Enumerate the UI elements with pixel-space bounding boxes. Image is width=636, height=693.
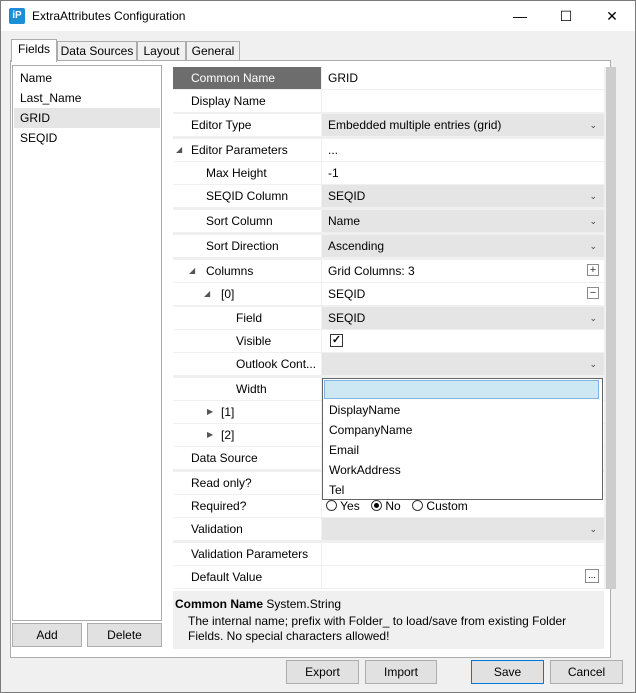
property-grid: Common Name GRID Display Name Editor Typ…	[173, 67, 604, 589]
description-title: Common Name	[175, 597, 264, 611]
prop-max-height[interactable]: Max Height -1	[173, 162, 604, 185]
maximize-button[interactable]: ☐	[543, 1, 589, 31]
prop-display-name[interactable]: Display Name	[173, 90, 604, 113]
prop-columns[interactable]: ◢ Columns Grid Columns: 3 +	[173, 260, 604, 283]
close-button[interactable]: ✕	[589, 1, 635, 31]
description-text: The internal name; prefix with Folder_ t…	[188, 614, 567, 643]
chevron-down-icon: ⌄	[589, 216, 597, 226]
remove-column-icon[interactable]: −	[587, 287, 599, 299]
tab-fields[interactable]: Fields	[11, 39, 57, 62]
prop-seqid-column[interactable]: SEQID Column SEQID ⌄	[173, 185, 604, 208]
minimize-button[interactable]: —	[497, 1, 543, 31]
prop-sort-direction[interactable]: Sort Direction Ascending ⌄	[173, 235, 604, 258]
prop-visible[interactable]: Visible ✓	[173, 330, 604, 353]
required-custom-radio[interactable]	[412, 500, 424, 511]
chevron-down-icon: ⌄	[589, 120, 597, 130]
prop-label: Common Name	[173, 67, 321, 90]
visible-checkbox[interactable]: ✓	[330, 334, 343, 347]
editor-type-dropdown[interactable]: Embedded multiple entries (grid) ⌄	[322, 114, 604, 137]
required-yes-radio[interactable]	[326, 500, 337, 511]
collapsed-icon[interactable]: ▶	[207, 424, 213, 446]
chevron-down-icon: ⌄	[589, 524, 597, 534]
dropdown-option[interactable]: WorkAddress	[329, 460, 401, 480]
prop-editor-parameters[interactable]: ◢ Editor Parameters ...	[173, 139, 604, 162]
prop-validation-parameters[interactable]: Validation Parameters	[173, 543, 604, 566]
tab-general[interactable]: General	[186, 41, 240, 60]
prop-common-name[interactable]: Common Name GRID	[173, 67, 604, 90]
import-button[interactable]: Import	[365, 660, 437, 684]
save-button[interactable]: Save	[471, 660, 544, 684]
outlook-contact-dropdown[interactable]: ⌄	[322, 353, 604, 376]
tab-data-sources[interactable]: Data Sources	[57, 41, 137, 60]
dropdown-option[interactable]: CompanyName	[329, 420, 412, 440]
dropdown-option[interactable]: Email	[329, 440, 359, 460]
app-icon: iP	[9, 8, 25, 24]
chevron-down-icon: ⌄	[589, 191, 597, 201]
column-dropdown-list[interactable]: DisplayName CompanyName Email WorkAddres…	[322, 378, 603, 500]
list-item-selected[interactable]: GRID	[14, 108, 160, 128]
default-value-input[interactable]: ...	[322, 566, 604, 589]
max-height-input[interactable]: -1	[322, 162, 604, 185]
prop-sort-column[interactable]: Sort Column Name ⌄	[173, 210, 604, 233]
add-button[interactable]: Add	[12, 623, 82, 647]
field-list[interactable]: Name Last_Name GRID SEQID	[12, 65, 162, 621]
sort-column-dropdown[interactable]: Name ⌄	[322, 210, 604, 233]
expanded-icon[interactable]: ◢	[204, 283, 210, 305]
prop-default-value[interactable]: Default Value ...	[173, 566, 604, 589]
delete-button[interactable]: Delete	[87, 623, 162, 647]
common-name-input[interactable]: GRID	[322, 67, 604, 90]
tab-layout[interactable]: Layout	[137, 41, 186, 60]
list-item[interactable]: Name	[14, 68, 160, 88]
prop-validation[interactable]: Validation ⌄	[173, 518, 604, 541]
description-panel: Common Name System.String The internal n…	[173, 591, 604, 649]
prop-field[interactable]: Field SEQID ⌄	[173, 307, 604, 330]
property-grid-scrollbar[interactable]	[604, 67, 618, 589]
field-dropdown[interactable]: SEQID ⌄	[322, 307, 604, 330]
expanded-icon[interactable]: ◢	[189, 260, 195, 282]
chevron-down-icon: ⌄	[589, 313, 597, 323]
validation-dropdown[interactable]: ⌄	[322, 518, 604, 541]
prop-editor-type[interactable]: Editor Type Embedded multiple entries (g…	[173, 114, 604, 137]
add-column-icon[interactable]: +	[587, 264, 599, 276]
prop-column-0[interactable]: ◢ [0] SEQID −	[173, 283, 604, 306]
cancel-button[interactable]: Cancel	[550, 660, 623, 684]
config-window: iP ExtraAttributes Configuration — ☐ ✕ F…	[0, 0, 636, 693]
chevron-down-icon: ⌄	[589, 241, 597, 251]
window-title: ExtraAttributes Configuration	[32, 9, 186, 23]
dropdown-option[interactable]: Tel	[329, 480, 344, 500]
ellipsis-button[interactable]: ...	[585, 569, 599, 583]
title-bar: iP ExtraAttributes Configuration — ☐ ✕	[1, 1, 635, 31]
validation-parameters-input[interactable]	[322, 543, 604, 566]
scrollbar-thumb[interactable]	[606, 67, 616, 589]
display-name-input[interactable]	[322, 90, 604, 113]
chevron-down-icon: ⌄	[589, 359, 597, 369]
expanded-icon[interactable]: ◢	[176, 139, 182, 161]
dropdown-option[interactable]: DisplayName	[329, 400, 400, 420]
sort-direction-dropdown[interactable]: Ascending ⌄	[322, 235, 604, 258]
seqid-column-dropdown[interactable]: SEQID ⌄	[322, 185, 604, 208]
description-type: System.String	[266, 597, 342, 611]
export-button[interactable]: Export	[286, 660, 359, 684]
dropdown-search-input[interactable]	[324, 380, 599, 399]
required-no-radio[interactable]	[371, 500, 383, 511]
prop-outlook-contact[interactable]: Outlook Cont... ⌄	[173, 353, 604, 376]
collapsed-icon[interactable]: ▶	[207, 401, 213, 423]
list-item[interactable]: SEQID	[14, 128, 160, 148]
list-item[interactable]: Last_Name	[14, 88, 160, 108]
